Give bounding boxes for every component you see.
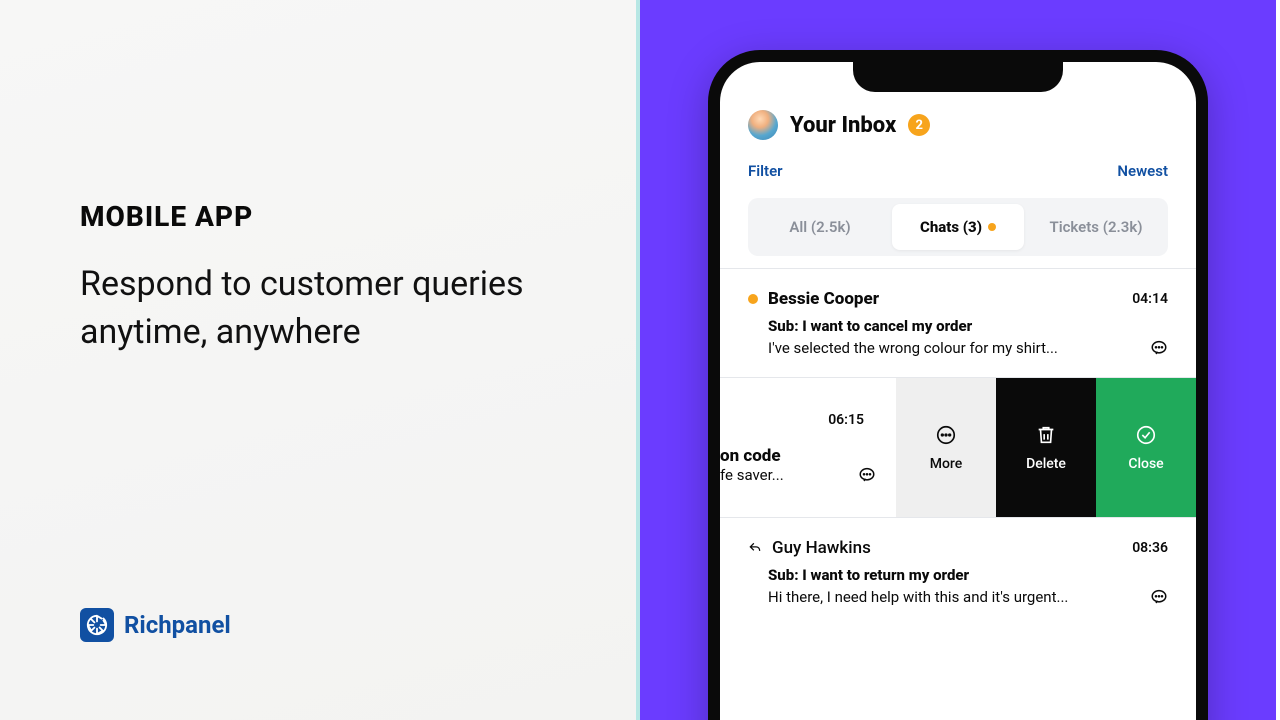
chat-icon <box>1150 588 1168 606</box>
tab-all[interactable]: All (2.5k) <box>754 204 886 250</box>
conversation-row[interactable]: Bessie Cooper 04:14 Sub: I want to cance… <box>720 268 1196 378</box>
tab-dot-icon <box>988 223 996 231</box>
conversation-time: 04:14 <box>1132 291 1168 307</box>
phone-frame: Your Inbox 2 Filter Newest All (2.5k) Ch… <box>708 50 1208 720</box>
phone-notch <box>853 62 1063 92</box>
conversation-list: Bessie Cooper 04:14 Sub: I want to cance… <box>720 268 1196 626</box>
swipe-actions: More Delete Close <box>896 378 1196 517</box>
reply-icon <box>748 541 762 555</box>
tab-tickets-label: Tickets (2.3k) <box>1049 218 1142 236</box>
trash-icon <box>1035 424 1057 446</box>
inbox-header: Your Inbox 2 <box>748 110 1168 140</box>
tab-all-label: All (2.5k) <box>789 218 850 236</box>
tab-chats-label: Chats (3) <box>920 218 982 236</box>
inbox-title: Your Inbox <box>790 113 896 138</box>
chat-icon <box>858 466 876 484</box>
brand-logo-icon <box>80 608 114 642</box>
tab-chats[interactable]: Chats (3) <box>892 204 1024 250</box>
conversation-name: Bessie Cooper <box>768 289 1122 309</box>
unread-dot-icon <box>748 294 758 304</box>
brand-name: Richpanel <box>124 611 231 639</box>
brand: Richpanel <box>80 608 231 642</box>
phone-showcase: Your Inbox 2 Filter Newest All (2.5k) Ch… <box>640 0 1276 720</box>
marketing-heading: MOBILE APP <box>80 200 556 233</box>
conversation-time: 08:36 <box>1132 540 1168 556</box>
avatar[interactable] <box>748 110 778 140</box>
conversation-preview: Hi there, I need help with this and it's… <box>768 588 1140 606</box>
tabs: All (2.5k) Chats (3) Tickets (2.3k) <box>748 198 1168 256</box>
unread-badge: 2 <box>908 114 930 136</box>
conversation-subject: on code <box>720 446 848 466</box>
delete-button[interactable]: Delete <box>996 378 1096 517</box>
marketing-panel: MOBILE APP Respond to customer queries a… <box>0 0 640 720</box>
tab-tickets[interactable]: Tickets (2.3k) <box>1030 204 1162 250</box>
more-button[interactable]: More <box>896 378 996 517</box>
check-circle-icon <box>1135 424 1157 446</box>
chat-icon <box>1150 339 1168 357</box>
sort-link[interactable]: Newest <box>1117 162 1168 180</box>
close-button[interactable]: Close <box>1096 378 1196 517</box>
filter-link[interactable]: Filter <box>748 162 783 180</box>
more-label: More <box>930 456 963 472</box>
conversation-time: 06:15 <box>720 412 876 428</box>
delete-label: Delete <box>1026 456 1066 472</box>
close-label: Close <box>1128 456 1163 472</box>
conversation-subject: Sub: I want to return my order <box>748 566 1168 584</box>
conversation-row[interactable]: Guy Hawkins 08:36 Sub: I want to return … <box>720 518 1196 626</box>
conversation-name: Guy Hawkins <box>772 538 1122 558</box>
conversation-subject: Sub: I want to cancel my order <box>748 317 1168 335</box>
marketing-subheading: Respond to customer queries anytime, any… <box>80 261 556 356</box>
conversation-preview: I've selected the wrong colour for my sh… <box>768 339 1140 357</box>
conversation-preview: fe saver... <box>720 466 848 484</box>
more-icon <box>935 424 957 446</box>
conversation-row-swiped[interactable]: 06:15 on code fe saver... <box>720 378 1196 518</box>
